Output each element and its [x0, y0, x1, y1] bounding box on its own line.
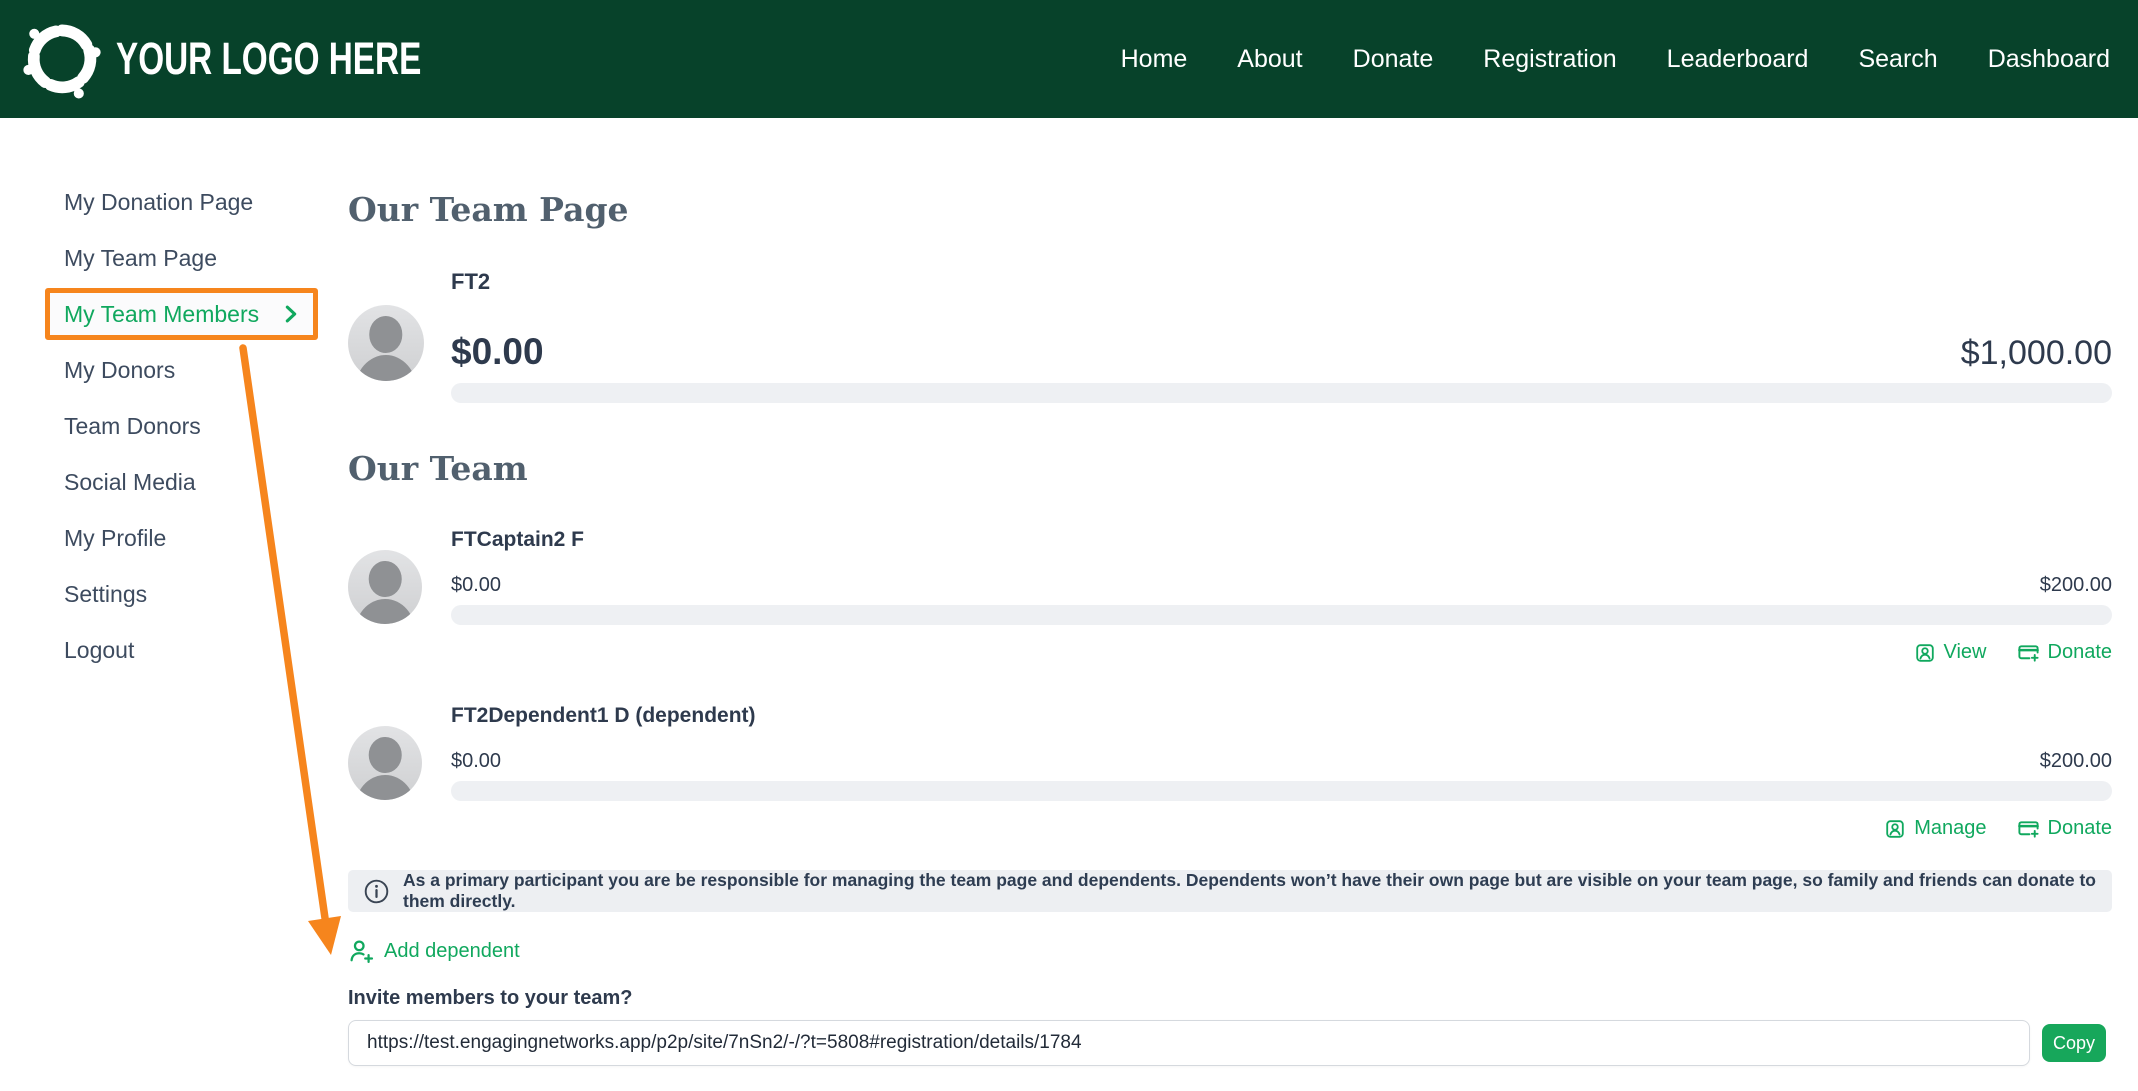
member-raised-amount: $0.00: [451, 574, 501, 597]
top-navigation: Home About Donate Registration Leaderboa…: [1121, 45, 2110, 74]
donate-label: Donate: [2048, 641, 2113, 664]
donate-to-member-link[interactable]: Donate: [2017, 641, 2113, 664]
invite-question: Invite members to your team?: [348, 987, 2112, 1010]
sidebar-item-social-media[interactable]: Social Media: [0, 454, 320, 510]
chevron-right-icon: [280, 303, 302, 325]
view-member-link[interactable]: View: [1914, 641, 1987, 664]
sidebar-item-my-profile[interactable]: My Profile: [0, 510, 320, 566]
primary-participant-notice: As a primary participant you are be resp…: [348, 870, 2112, 912]
nav-leaderboard[interactable]: Leaderboard: [1667, 45, 1809, 74]
team-member-row: FTCaptain2 F $0.00 $200.00 View: [348, 528, 2112, 664]
sidebar-item-my-donation-page[interactable]: My Donation Page: [0, 174, 320, 230]
sidebar-item-logout[interactable]: Logout: [0, 622, 320, 678]
info-icon: [363, 878, 390, 905]
nav-registration[interactable]: Registration: [1483, 45, 1616, 74]
nav-donate[interactable]: Donate: [1353, 45, 1434, 74]
member-goal-amount: $200.00: [2040, 574, 2112, 597]
nav-dashboard[interactable]: Dashboard: [1988, 45, 2110, 74]
member-progress-bar: [451, 781, 2112, 801]
member-avatar: [348, 550, 422, 624]
nav-search[interactable]: Search: [1858, 45, 1937, 74]
logo-text: YOUR LOGO HERE: [116, 33, 421, 85]
top-header: YOUR LOGO HERE Home About Donate Registr…: [0, 0, 2138, 118]
notice-text: As a primary participant you are be resp…: [403, 870, 2097, 912]
member-goal-amount: $200.00: [2040, 750, 2112, 773]
member-raised-amount: $0.00: [451, 750, 501, 773]
team-raised-amount: $0.00: [451, 331, 544, 373]
add-dependent-label: Add dependent: [384, 940, 520, 963]
donate-to-member-link[interactable]: Donate: [2017, 817, 2113, 840]
team-name: FT2: [451, 269, 2112, 295]
team-member-row: FT2Dependent1 D (dependent) $0.00 $200.0…: [348, 704, 2112, 840]
credit-card-plus-icon: [2017, 817, 2040, 840]
person-plus-icon: [348, 938, 375, 965]
logo-swirl-icon: [20, 17, 104, 101]
sidebar-item-my-donors[interactable]: My Donors: [0, 342, 320, 398]
team-goal-amount: $1,000.00: [1961, 334, 2112, 373]
id-badge-icon: [1884, 818, 1906, 840]
team-section-title: Our Team: [348, 449, 2112, 488]
nav-home[interactable]: Home: [1121, 45, 1188, 74]
donate-label: Donate: [2048, 817, 2113, 840]
team-progress-bar: [451, 383, 2112, 403]
sidebar-item-team-donors[interactable]: Team Donors: [0, 398, 320, 454]
manage-label: Manage: [1914, 817, 1986, 840]
credit-card-plus-icon: [2017, 641, 2040, 664]
annotation-highlight-box: My Team Members: [45, 288, 318, 340]
logo-link[interactable]: YOUR LOGO HERE: [20, 17, 529, 101]
member-progress-bar: [451, 605, 2112, 625]
sidebar-item-label: My Team Members: [64, 301, 259, 328]
nav-about[interactable]: About: [1237, 45, 1302, 74]
page-title: Our Team Page: [348, 190, 2112, 229]
manage-member-link[interactable]: Manage: [1884, 817, 1986, 840]
main-content: Our Team Page FT2 $0.00 $1,000.00 Our Te…: [320, 118, 2138, 1066]
team-avatar: [348, 305, 424, 381]
member-name: FT2Dependent1 D (dependent): [451, 704, 2112, 728]
member-name: FTCaptain2 F: [451, 528, 2112, 552]
sidebar-item-my-team-page[interactable]: My Team Page: [0, 230, 320, 286]
copy-button[interactable]: Copy: [2042, 1024, 2106, 1062]
dashboard-sidebar: My Donation Page My Team Page My Team Me…: [0, 118, 320, 1066]
sidebar-item-settings[interactable]: Settings: [0, 566, 320, 622]
team-hero-card: FT2 $0.00 $1,000.00: [348, 269, 2112, 403]
sidebar-item-my-team-members[interactable]: My Team Members: [50, 293, 313, 335]
invite-url-input[interactable]: [348, 1020, 2030, 1066]
view-label: View: [1944, 641, 1987, 664]
add-dependent-link[interactable]: Add dependent: [348, 938, 520, 965]
id-badge-icon: [1914, 642, 1936, 664]
invite-url-row: Copy: [348, 1020, 2112, 1066]
member-avatar: [348, 726, 422, 800]
